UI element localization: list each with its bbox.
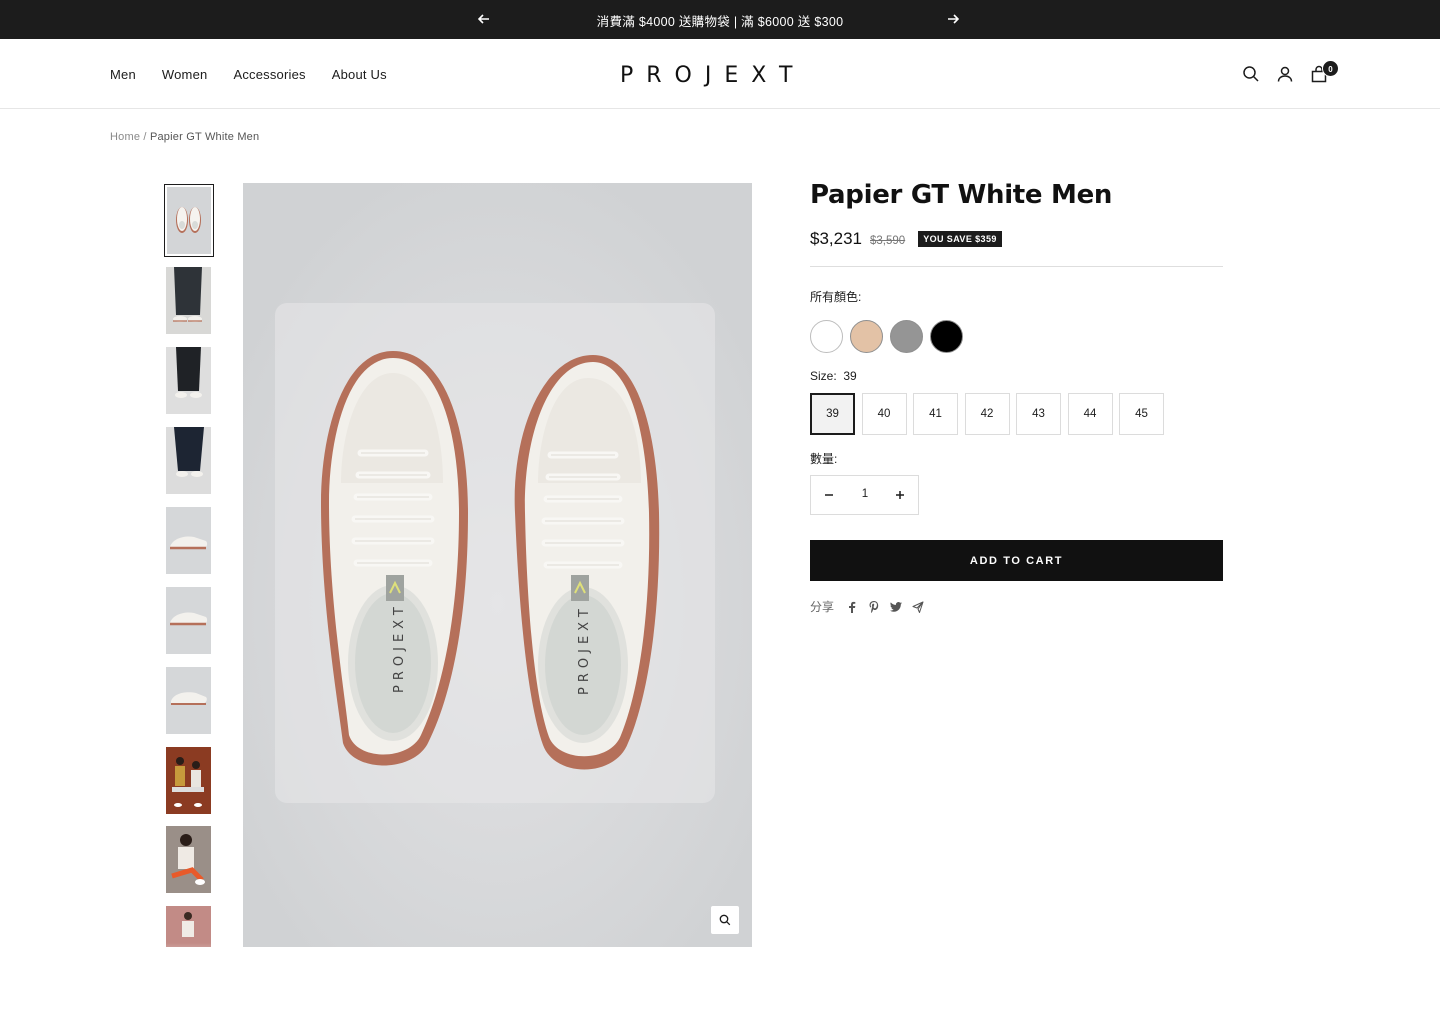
size-option-42[interactable]: 42 <box>964 393 1010 435</box>
search-icon[interactable] <box>1242 65 1260 83</box>
zoom-button[interactable] <box>711 906 739 934</box>
thumbnail-1[interactable] <box>164 184 214 257</box>
thumbnail-4[interactable] <box>166 427 211 494</box>
swatch-grey[interactable] <box>890 320 923 353</box>
cart-count-badge: 0 <box>1322 60 1339 77</box>
save-badge: YOU SAVE $359 <box>918 231 1002 247</box>
main-nav: Men Women Accessories About Us <box>110 67 413 82</box>
swatch-white[interactable] <box>810 320 843 353</box>
divider <box>810 266 1223 267</box>
thumbnail-10[interactable] <box>166 906 211 947</box>
site-header: Men Women Accessories About Us PROJEXT 0 <box>0 39 1440 109</box>
nav-accessories[interactable]: Accessories <box>233 67 305 82</box>
facebook-icon[interactable] <box>846 601 858 613</box>
plus-icon[interactable] <box>891 486 909 504</box>
size-option-40[interactable]: 40 <box>861 393 907 435</box>
size-option-45[interactable]: 45 <box>1119 393 1164 435</box>
thumbnail-9[interactable] <box>166 826 211 893</box>
breadcrumb: Home / Papier GT White Men <box>110 131 259 143</box>
add-to-cart-button[interactable]: ADD TO CART <box>810 540 1223 581</box>
arrow-left-icon[interactable] <box>473 9 495 29</box>
thumbnail-8[interactable] <box>166 747 211 814</box>
account-icon[interactable] <box>1276 65 1294 83</box>
size-option-44[interactable]: 44 <box>1067 393 1113 435</box>
quantity-label: 數量: <box>810 452 838 466</box>
pinterest-icon[interactable] <box>868 600 880 613</box>
thumbnail-7[interactable] <box>166 667 211 734</box>
product-main-image[interactable]: PROJEXT PROJEXT <box>243 183 752 947</box>
twitter-icon[interactable] <box>890 601 903 613</box>
email-icon[interactable] <box>912 601 924 613</box>
share-row: 分享 <box>810 598 934 615</box>
color-label: 所有顏色: <box>810 290 862 304</box>
site-logo[interactable]: PROJEXT <box>620 63 805 88</box>
quantity-stepper: 1 <box>810 475 919 515</box>
minus-icon[interactable] <box>820 486 838 504</box>
nav-men[interactable]: Men <box>110 67 136 82</box>
size-label-text: Size: <box>810 369 837 383</box>
size-options: 39 40 41 42 43 44 45 <box>810 393 1171 435</box>
announcement-bar: 消費滿 $4000 送購物袋 | 滿 $6000 送 $300 <box>0 0 1440 39</box>
selected-size-value: 39 <box>843 369 857 383</box>
breadcrumb-separator: / <box>143 131 147 143</box>
product-title: Papier GT White Men <box>810 180 1113 210</box>
thumbnail-strip <box>164 183 214 947</box>
size-option-39[interactable]: 39 <box>810 393 855 435</box>
left-insole-text: PROJEXT <box>392 602 407 693</box>
thumbnail-5[interactable] <box>166 507 211 574</box>
swatch-beige[interactable] <box>850 320 883 353</box>
thumbnail-6[interactable] <box>166 587 211 654</box>
arrow-right-icon[interactable] <box>942 9 964 29</box>
swatch-black[interactable] <box>930 320 963 353</box>
color-swatches <box>810 320 970 353</box>
size-label: Size: 39 <box>810 369 857 383</box>
zoom-icon <box>719 914 731 926</box>
thumbnail-3[interactable] <box>166 347 211 414</box>
right-insole-text: PROJEXT <box>577 604 592 695</box>
share-label: 分享 <box>810 600 835 614</box>
compare-price: $3,590 <box>870 234 906 247</box>
size-option-41[interactable]: 41 <box>913 393 958 435</box>
breadcrumb-home[interactable]: Home <box>110 131 140 143</box>
price-row: $3,231 $3,590 YOU SAVE $359 <box>810 229 1002 249</box>
right-shoe: PROJEXT <box>514 355 660 770</box>
breadcrumb-current: Papier GT White Men <box>149 131 260 143</box>
sale-price: $3,231 <box>810 229 862 248</box>
size-option-43[interactable]: 43 <box>1016 393 1061 435</box>
nav-about-us[interactable]: About Us <box>332 67 387 82</box>
nav-women[interactable]: Women <box>162 67 208 82</box>
announcement-text: 消費滿 $4000 送購物袋 | 滿 $6000 送 $300 <box>596 15 844 29</box>
quantity-input[interactable]: 1 <box>851 488 879 500</box>
thumbnail-2[interactable] <box>166 267 211 334</box>
